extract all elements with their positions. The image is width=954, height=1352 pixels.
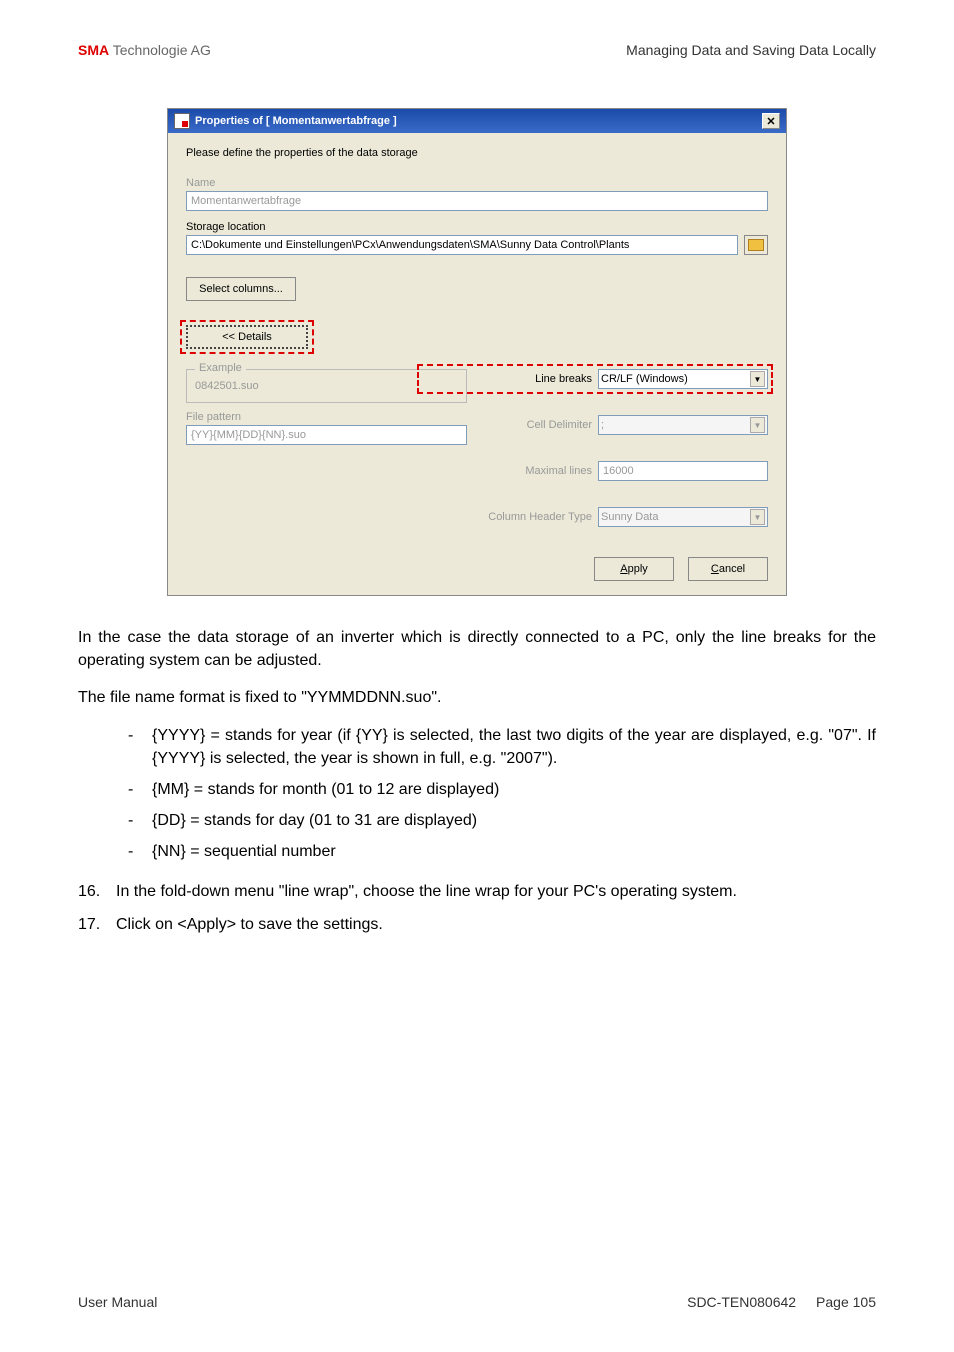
company-name: Technologie AG [109,42,211,58]
file-pattern-input[interactable] [186,425,467,445]
details-wrap: << Details [186,325,308,349]
example-fieldset: Example 0842501.suo [186,369,467,403]
apply-button[interactable]: Apply [594,557,674,581]
example-legend: Example [195,362,246,374]
bullet-item: - {NN} = sequential number [128,840,876,863]
storage-location-input[interactable] [186,235,738,255]
page-footer: User Manual SDC-TEN080642 Page 105 [78,1294,876,1310]
max-lines-label: Maximal lines [525,465,592,477]
file-pattern-group: File pattern [186,411,467,445]
line-breaks-label: Line breaks [535,373,592,385]
properties-dialog: Properties of [ Momentanwertabfrage ] ✕ … [167,108,787,596]
step-17: 17. Click on <Apply> to save the setting… [78,913,876,936]
page-number: Page 105 [816,1294,876,1310]
bullet-item: - {MM} = stands for month (01 to 12 are … [128,778,876,801]
select-columns-button[interactable]: Select columns... [186,277,296,301]
bullet-content: {DD} = stands for day (01 to 31 are disp… [152,809,876,832]
dialog-body: Please define the properties of the data… [168,133,786,595]
chevron-down-icon: ▼ [750,417,765,433]
bullet-dash: - [128,809,152,832]
name-label: Name [186,177,768,189]
right-col: Line breaks CR/LF (Windows) ▼ Cell Delim… [487,369,768,527]
max-lines-input[interactable] [598,461,768,481]
line-breaks-select[interactable]: CR/LF (Windows) ▼ [598,369,768,389]
footer-right: SDC-TEN080642 Page 105 [687,1294,876,1310]
example-value: 0842501.suo [195,376,458,392]
bullet-content: {YYYY} = stands for year (if {YY} is sel… [152,724,876,770]
dialog-title: Properties of [ Momentanwertabfrage ] [195,115,397,127]
storage-field-group: Storage location [186,221,768,255]
details-button[interactable]: << Details [186,325,308,349]
titlebar-left: Properties of [ Momentanwertabfrage ] [174,113,397,129]
chevron-down-icon: ▼ [750,509,765,525]
name-input[interactable] [186,191,768,211]
header-left: SMA Technologie AG [78,42,211,58]
bullet-list: - {YYYY} = stands for year (if {YY} is s… [128,724,876,864]
cell-delimiter-label: Cell Delimiter [527,419,592,431]
file-pattern-label: File pattern [186,411,467,423]
line-breaks-row: Line breaks CR/LF (Windows) ▼ [487,369,768,389]
dialog-instruction: Please define the properties of the data… [186,147,768,159]
numbered-list: 16. In the fold-down menu "line wrap", c… [78,880,876,936]
folder-icon [748,239,764,251]
max-lines-row: Maximal lines [487,461,768,481]
bullet-dash: - [128,724,152,770]
paragraph-2: The file name format is fixed to "YYMMDD… [78,686,876,709]
paragraph-1: In the case the data storage of an inver… [78,626,876,672]
close-button[interactable]: ✕ [762,113,780,129]
step-content: In the fold-down menu "line wrap", choos… [116,880,876,903]
step-number: 16. [78,880,116,903]
step-content: Click on <Apply> to save the settings. [116,913,876,936]
column-header-value: Sunny Data [601,511,658,523]
section-title: Managing Data and Saving Data Locally [626,42,876,58]
dialog-buttons: Apply Cancel [186,557,768,581]
footer-left: User Manual [78,1294,157,1310]
page-header: SMA Technologie AG Managing Data and Sav… [78,42,876,58]
browse-button[interactable] [744,235,768,255]
bullet-content: {NN} = sequential number [152,840,876,863]
cell-delimiter-row: Cell Delimiter ; ▼ [487,415,768,435]
column-header-label: Column Header Type [488,511,592,523]
select-columns-row: Select columns... [186,277,768,301]
line-breaks-value: CR/LF (Windows) [601,373,688,385]
doc-id: SDC-TEN080642 [687,1294,796,1310]
storage-label: Storage location [186,221,768,233]
bullet-dash: - [128,840,152,863]
bullet-item: - {DD} = stands for day (01 to 31 are di… [128,809,876,832]
bullet-content: {MM} = stands for month (01 to 12 are di… [152,778,876,801]
app-icon [174,113,190,129]
dialog-titlebar[interactable]: Properties of [ Momentanwertabfrage ] ✕ [168,109,786,133]
bullet-item: - {YYYY} = stands for year (if {YY} is s… [128,724,876,770]
close-icon: ✕ [766,115,775,128]
column-header-row: Column Header Type Sunny Data ▼ [487,507,768,527]
step-16: 16. In the fold-down menu "line wrap", c… [78,880,876,903]
lower-grid: Example 0842501.suo File pattern Line br… [186,369,768,527]
bullet-dash: - [128,778,152,801]
step-number: 17. [78,913,116,936]
brand: SMA [78,42,109,58]
column-header-select[interactable]: Sunny Data ▼ [598,507,768,527]
cancel-button[interactable]: Cancel [688,557,768,581]
left-col: Example 0842501.suo File pattern [186,369,467,445]
cell-delimiter-select[interactable]: ; ▼ [598,415,768,435]
chevron-down-icon: ▼ [750,371,765,387]
name-field-group: Name [186,177,768,211]
cell-delimiter-value: ; [601,419,604,431]
